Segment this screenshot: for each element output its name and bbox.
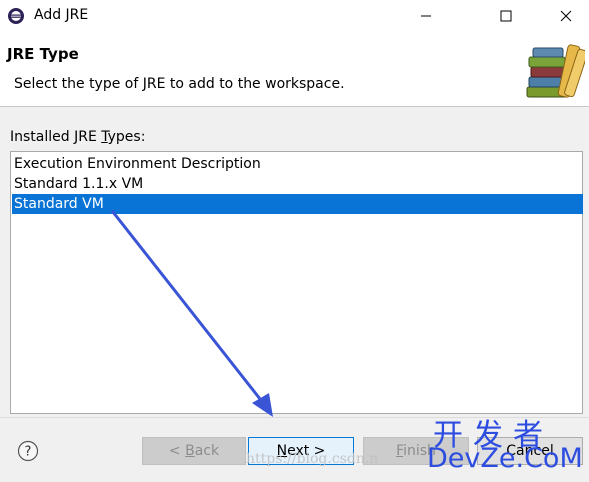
list-item-standard-1-1-x-vm[interactable]: Standard 1.1.x VM <box>12 174 583 194</box>
eclipse-app-icon <box>8 8 24 24</box>
help-question-icon[interactable]: ? <box>17 440 39 462</box>
watermark-url: https://blog.csdn.n <box>246 451 379 467</box>
back-button[interactable]: < Back <box>142 437 246 465</box>
library-books-icon <box>526 44 585 98</box>
watermark-brand-english: DevZe.CoM <box>427 443 583 474</box>
close-icon <box>560 10 572 22</box>
minimize-button[interactable] <box>403 0 449 32</box>
close-button[interactable] <box>543 0 589 32</box>
svg-text:?: ? <box>25 445 32 460</box>
maximize-icon <box>500 10 512 22</box>
window-title: Add JRE <box>34 7 89 23</box>
wizard-header: JRE Type Select the type of JRE to add t… <box>0 32 589 107</box>
page-title: JRE Type <box>7 45 79 63</box>
list-item-standard-vm[interactable]: Standard VM <box>12 194 583 214</box>
jre-types-list[interactable]: Execution Environment Description Standa… <box>10 151 583 414</box>
wizard-content: Installed JRE Types: Execution Environme… <box>0 107 589 417</box>
installed-jre-types-label: Installed JRE Types: <box>10 129 146 145</box>
minimize-icon <box>421 15 431 17</box>
page-description: Select the type of JRE to add to the wor… <box>14 76 345 92</box>
title-bar: Add JRE <box>0 0 589 32</box>
maximize-button[interactable] <box>483 0 529 32</box>
list-item-execution-environment[interactable]: Execution Environment Description <box>12 154 583 174</box>
